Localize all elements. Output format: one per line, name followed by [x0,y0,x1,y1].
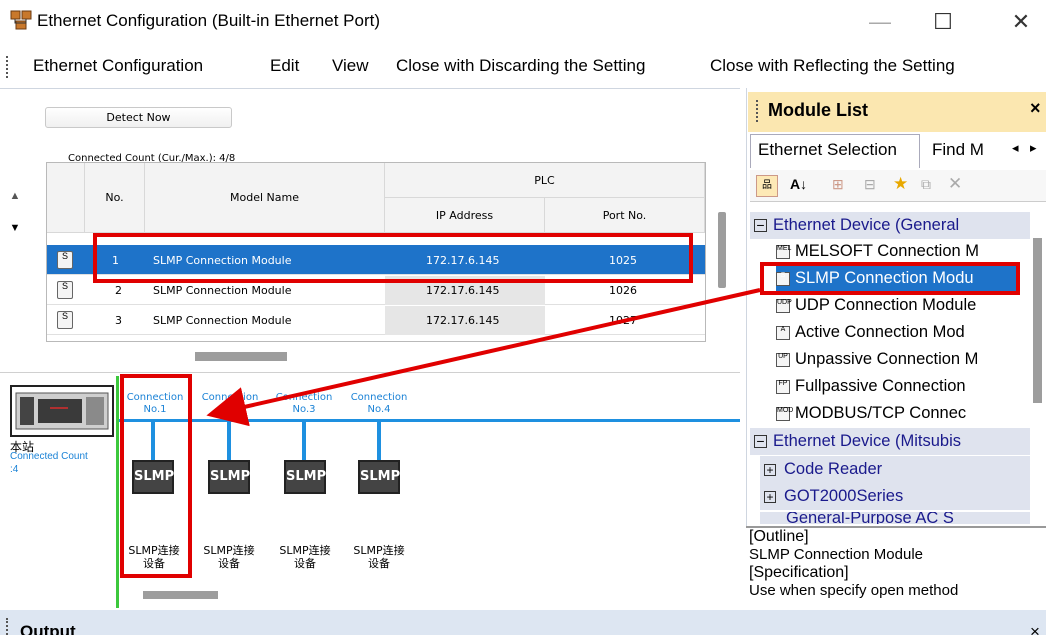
output-panel-bar: Output × [0,610,1046,635]
output-title: Output [20,622,76,635]
annotation-arrow [206,288,761,427]
output-close-button[interactable]: × [1030,622,1040,635]
output-grip [6,618,10,635]
